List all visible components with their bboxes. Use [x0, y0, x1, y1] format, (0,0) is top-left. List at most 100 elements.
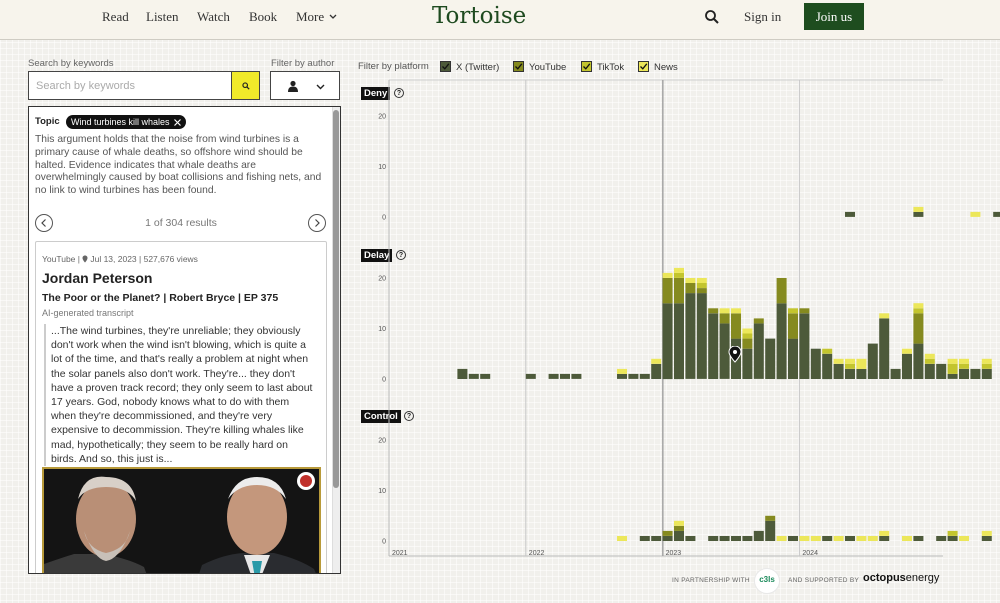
bar-delay-x-twitter: [560, 373, 570, 379]
bar-control-x-twitter: [662, 536, 673, 541]
help-icon[interactable]: ?: [396, 250, 406, 260]
bar-delay-x-twitter: [617, 373, 627, 379]
topic-tag-label: Wind turbines kill whales: [71, 117, 170, 127]
scrollbar-thumb[interactable]: [333, 110, 339, 488]
bar-control-x-twitter: [936, 536, 947, 541]
result-platform: YouTube |: [42, 254, 83, 264]
bar-delay-tiktok: [959, 363, 969, 369]
y-tick-label-deny: 0: [382, 215, 386, 222]
octopus-logo-text-b: energy: [905, 572, 940, 584]
c3ls-logo[interactable]: c3ls: [754, 568, 780, 594]
result-title[interactable]: The Poor or the Planet? | Robert Bryce |…: [42, 292, 278, 304]
search-icon[interactable]: [704, 9, 720, 25]
bar-delay-news: [924, 353, 935, 359]
bar-control-news: [902, 536, 912, 541]
bar-control-x-twitter: [822, 536, 833, 541]
bar-delay-youtube: [662, 278, 673, 304]
tortoise-logo[interactable]: Tortoise: [432, 3, 526, 29]
bar-control-news: [981, 530, 992, 536]
bar-delay-x-twitter: [879, 318, 890, 379]
bar-delay-news: [696, 278, 707, 283]
nav-book[interactable]: Book: [249, 9, 277, 25]
help-icon[interactable]: ?: [404, 411, 414, 421]
bar-deny-x-twitter: [993, 211, 1000, 217]
bar-delay-tiktok: [913, 308, 924, 314]
thumbnail-portraits: [44, 469, 319, 573]
result-meta: YouTube | Jul 13, 2023 | 527,676 views: [42, 254, 198, 264]
bar-delay-news: [651, 358, 662, 364]
bar-control-x-twitter: [947, 536, 958, 541]
chevron-down-icon: [329, 14, 337, 19]
section-control-label: Control: [361, 410, 401, 423]
checkbox-checked-icon[interactable]: [513, 61, 524, 72]
bar-delay-youtube: [731, 313, 741, 339]
octopus-energy-logo[interactable]: octopusenergy: [863, 572, 939, 584]
bar-control-news: [879, 530, 890, 536]
bar-delay-news: [833, 358, 844, 364]
next-result-button[interactable]: [308, 214, 326, 232]
y-tick-label-control: 0: [382, 539, 386, 546]
bar-control-x-twitter: [981, 536, 992, 541]
nav-more-label: More: [296, 9, 325, 24]
checkbox-checked-icon[interactable]: [440, 61, 451, 72]
bar-delay-x-twitter: [776, 303, 787, 380]
bar-deny-news: [970, 211, 981, 217]
bar-delay-youtube: [799, 308, 810, 314]
video-thumbnail[interactable]: [42, 467, 321, 573]
map-pin-icon[interactable]: [728, 346, 742, 363]
bar-delay-x-twitter: [753, 323, 764, 379]
bar-delay-youtube: [913, 313, 924, 344]
checkbox-checked-icon[interactable]: [638, 61, 649, 72]
bar-control-x-twitter: [879, 536, 890, 541]
bar-delay-youtube: [776, 278, 787, 304]
bar-delay-tiktok: [924, 358, 935, 364]
bar-delay-news: [947, 358, 958, 364]
bar-control-youtube: [765, 515, 776, 521]
join-us-button[interactable]: Join us: [804, 3, 864, 30]
bar-delay-x-twitter: [742, 348, 753, 379]
bar-delay-x-twitter: [822, 353, 833, 380]
search-label: Search by keywords: [28, 58, 114, 69]
bar-deny-news: [913, 206, 924, 212]
bar-delay-x-twitter: [936, 363, 947, 379]
bar-delay-news: [879, 313, 890, 319]
filter-x-twitter-label: X (Twitter): [456, 62, 500, 73]
bar-delay-x-twitter: [674, 303, 684, 380]
bar-delay-x-twitter: [468, 373, 479, 379]
y-tick-label-delay: 20: [378, 276, 386, 283]
bar-control-news: [810, 536, 821, 541]
x-tick-label-2022: 2022: [529, 550, 545, 557]
nav-listen[interactable]: Listen: [146, 9, 179, 25]
checkbox-checked-icon[interactable]: [581, 61, 592, 72]
result-card[interactable]: YouTube | Jul 13, 2023 | 527,676 views J…: [35, 241, 327, 573]
nav-read[interactable]: Read: [102, 9, 129, 25]
result-author[interactable]: Jordan Peterson: [42, 270, 152, 286]
bar-delay-x-twitter: [788, 338, 798, 379]
bar-delay-x-twitter: [913, 343, 924, 379]
search-input[interactable]: [29, 72, 232, 99]
nav-watch[interactable]: Watch: [197, 9, 230, 25]
bar-delay-tiktok: [742, 333, 753, 339]
help-icon[interactable]: ?: [394, 88, 404, 98]
x-tick-label-2021: 2021: [392, 550, 408, 557]
panel-scrollbar[interactable]: [332, 107, 340, 573]
y-tick-label-control: 20: [378, 438, 386, 445]
bar-delay-x-twitter: [981, 368, 992, 379]
search-button[interactable]: [231, 72, 259, 99]
bar-delay-x-twitter: [571, 373, 582, 379]
author-filter-select[interactable]: [270, 71, 340, 100]
bar-control-news: [674, 520, 684, 526]
bar-deny-x-twitter: [913, 211, 924, 217]
bar-delay-x-twitter: [651, 363, 662, 379]
sign-in-link[interactable]: Sign in: [744, 9, 781, 25]
nav-more[interactable]: More: [296, 9, 337, 25]
bar-delay-x-twitter: [833, 363, 844, 379]
bar-control-x-twitter: [719, 536, 730, 541]
close-icon[interactable]: [173, 119, 181, 126]
topic-tag[interactable]: Wind turbines kill whales: [66, 115, 186, 129]
bar-delay-youtube: [674, 278, 684, 304]
bar-delay-youtube: [685, 283, 696, 294]
bar-delay-x-twitter: [662, 303, 673, 380]
bar-control-news: [833, 536, 844, 541]
chevron-right-icon: [315, 219, 320, 227]
